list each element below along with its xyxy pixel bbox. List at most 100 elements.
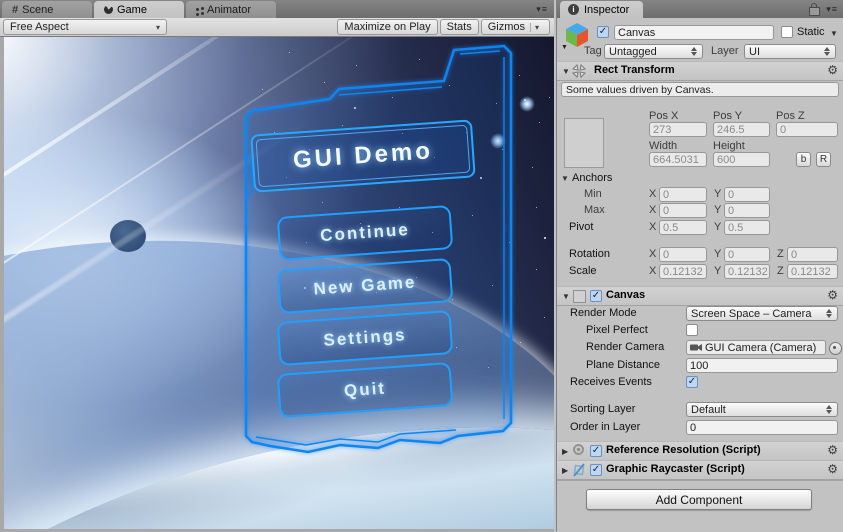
blueprint-mode-button[interactable]: b <box>796 152 811 167</box>
render-camera-object-field[interactable]: GUI Camera (Camera) <box>686 340 826 355</box>
reference-resolution-enabled-checkbox[interactable]: ✓ <box>590 445 602 457</box>
min-y-field[interactable]: 0 <box>724 187 770 202</box>
pos-z-field[interactable]: 0 <box>776 122 838 137</box>
gizmos-chevron-down-icon: ▾ <box>529 22 543 32</box>
render-mode-value: Screen Space – Camera <box>691 307 812 320</box>
pixel-perfect-row: Pixel Perfect <box>557 323 843 339</box>
pixel-perfect-label: Pixel Perfect <box>586 324 648 336</box>
rect-transform-gear-icon[interactable]: ⚙ <box>827 63 838 77</box>
receives-events-label: Receives Events <box>570 376 652 388</box>
static-chevron-down-icon[interactable]: ▼ <box>830 29 838 38</box>
graphic-raycaster-header[interactable]: ▶ ✓ Graphic Raycaster (Script) ⚙ <box>557 460 843 480</box>
sorting-layer-dropdown[interactable]: Default <box>686 402 838 417</box>
divider <box>557 480 843 481</box>
game-toolbar: Free Aspect ▾ Maximize on Play Stats Giz… <box>0 18 554 37</box>
min-label: Min <box>584 188 602 200</box>
plane-distance-label: Plane Distance <box>586 359 660 371</box>
canvas-foldout-icon[interactable]: ▼ <box>562 292 570 301</box>
pivot-x-field[interactable]: 0.5 <box>659 220 707 235</box>
stats-button[interactable]: Stats <box>439 19 479 35</box>
pane-options-icon[interactable]: ▾≡ <box>536 4 554 18</box>
scale-y-field[interactable]: 0.12132 <box>724 264 770 279</box>
width-field[interactable]: 664.5031 <box>649 152 707 167</box>
unity-editor-window: # Scene Game Animator ▾≡ Free Aspect ▾ M… <box>0 0 843 532</box>
gizmos-button[interactable]: Gizmos ▾ <box>480 19 550 35</box>
plane-distance-field[interactable]: 100 <box>686 358 838 373</box>
add-component-button[interactable]: Add Component <box>586 489 812 510</box>
render-mode-label: Render Mode <box>570 307 637 319</box>
max-x-field[interactable]: 0 <box>659 203 707 218</box>
gameobject-name-field[interactable]: Canvas <box>614 25 774 40</box>
width-label: Width <box>649 140 678 152</box>
inspector-strip-right: ▾≡ <box>809 3 843 18</box>
min-x-field[interactable]: 0 <box>659 187 707 202</box>
height-field[interactable]: 600 <box>713 152 770 167</box>
aspect-dropdown[interactable]: Free Aspect ▾ <box>3 19 167 35</box>
reference-resolution-foldout-icon[interactable]: ▶ <box>562 447 568 456</box>
reference-resolution-gear-icon[interactable]: ⚙ <box>827 443 838 457</box>
receives-events-row: Receives Events ✓ <box>557 375 843 391</box>
anchors-min-row: Min X 0 Y 0 <box>557 187 843 203</box>
rotation-z-field[interactable]: 0 <box>787 247 838 262</box>
order-in-layer-label: Order in Layer <box>570 421 641 433</box>
starfield-large <box>4 37 6 39</box>
menu-title-plate-inner-outline <box>255 124 471 188</box>
new-game-button-label: New Game <box>312 272 417 299</box>
receives-events-checkbox[interactable]: ✓ <box>686 376 698 388</box>
lock-icon[interactable] <box>809 3 821 16</box>
rotation-label: Rotation <box>569 248 610 260</box>
continue-button-label: Continue <box>319 219 411 246</box>
inspector-panel: i Inspector ▾≡ ▼ ✓ Canvas Static ▼ Tag U… <box>556 0 843 532</box>
canvas-component-header[interactable]: ▼ ✓ Canvas ⚙ <box>557 286 843 306</box>
graphic-raycaster-foldout-icon[interactable]: ▶ <box>562 466 568 475</box>
order-in-layer-field[interactable]: 0 <box>686 420 838 435</box>
axis-y-label: Y <box>714 248 722 260</box>
object-picker-icon[interactable] <box>829 342 842 355</box>
tag-label: Tag <box>584 45 602 57</box>
graphic-raycaster-enabled-checkbox[interactable]: ✓ <box>590 464 602 476</box>
tab-animator[interactable]: Animator <box>186 1 276 18</box>
reference-resolution-header[interactable]: ▶ ✓ Reference Resolution (Script) ⚙ <box>557 441 843 461</box>
rect-transform-header[interactable]: ▼ Rect Transform ⚙ <box>557 61 843 81</box>
pos-y-label: Pos Y <box>713 110 743 122</box>
maximize-on-play-button[interactable]: Maximize on Play <box>337 19 438 35</box>
graphic-raycaster-gear-icon[interactable]: ⚙ <box>827 462 838 476</box>
tab-inspector[interactable]: i Inspector <box>560 1 644 18</box>
canvas-component-icon <box>573 290 586 303</box>
render-mode-row: Render Mode Screen Space – Camera <box>557 306 843 322</box>
canvas-gear-icon[interactable]: ⚙ <box>827 288 838 302</box>
rotation-y-field[interactable]: 0 <box>724 247 770 262</box>
pos-y-field[interactable]: 246.5 <box>713 122 770 137</box>
axis-y-label: Y <box>714 188 722 200</box>
inspector-options-icon[interactable]: ▾≡ <box>826 4 838 15</box>
scale-z-field[interactable]: 0.12132 <box>787 264 838 279</box>
rect-transform-foldout-icon[interactable]: ▼ <box>562 67 570 76</box>
tag-updown-icon <box>691 47 698 56</box>
size-fields-row: 664.5031 600 b R <box>557 152 843 168</box>
raw-edit-mode-button[interactable]: R <box>816 152 831 167</box>
scale-x-field[interactable]: 0.12132 <box>659 264 707 279</box>
render-mode-dropdown[interactable]: Screen Space – Camera <box>686 306 838 321</box>
render-camera-label: Render Camera <box>586 341 665 353</box>
tab-game[interactable]: Game <box>94 1 184 18</box>
axis-y-label: Y <box>714 265 722 277</box>
pos-x-label: Pos X <box>649 110 679 122</box>
sorting-layer-label: Sorting Layer <box>570 403 636 415</box>
max-y-field[interactable]: 0 <box>724 203 770 218</box>
gameobject-active-checkbox[interactable]: ✓ <box>597 26 609 38</box>
pos-fields-row: 273 246.5 0 <box>557 122 843 138</box>
anchors-foldout-icon[interactable]: ▼ <box>561 174 569 183</box>
rotation-x-field[interactable]: 0 <box>659 247 707 262</box>
tag-dropdown[interactable]: Untagged <box>604 44 703 59</box>
pos-x-field[interactable]: 273 <box>649 122 707 137</box>
settings-button-label: Settings <box>322 325 408 350</box>
canvas-enabled-checkbox[interactable]: ✓ <box>590 290 602 302</box>
pivot-y-field[interactable]: 0.5 <box>724 220 770 235</box>
tab-inspector-label: Inspector <box>584 3 630 16</box>
pixel-perfect-checkbox[interactable] <box>686 324 698 336</box>
sorting-layer-value: Default <box>691 403 726 416</box>
tab-scene[interactable]: # Scene <box>2 1 92 18</box>
stats-label: Stats <box>446 21 472 33</box>
static-checkbox[interactable] <box>781 26 793 38</box>
layer-dropdown[interactable]: UI <box>744 44 836 59</box>
